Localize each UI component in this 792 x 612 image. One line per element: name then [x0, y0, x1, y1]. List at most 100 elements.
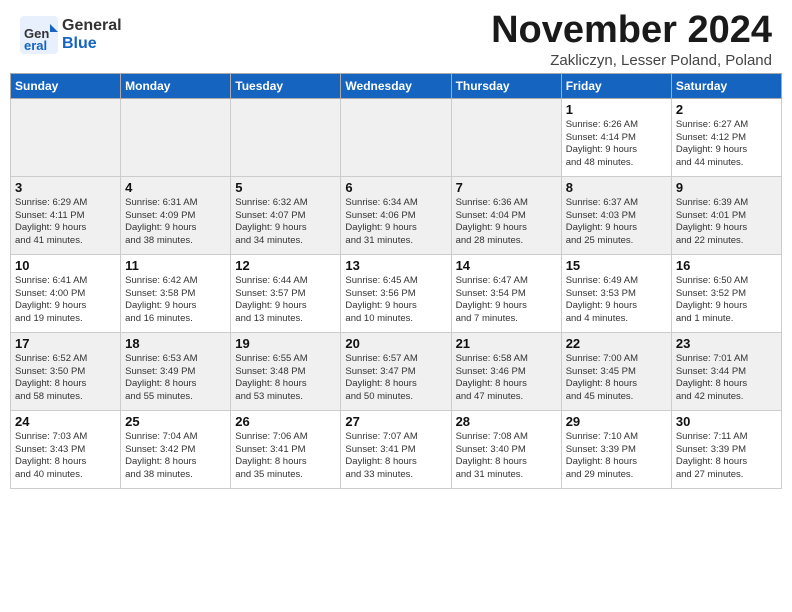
- logo-general: General: [62, 17, 122, 35]
- calendar-cell: 21 Sunrise: 6:58 AM Sunset: 3:46 PM Dayli…: [451, 332, 561, 410]
- day-detail: Sunrise: 6:58 AM Sunset: 3:46 PM Dayligh…: [456, 353, 557, 404]
- day-detail: Sunrise: 6:31 AM Sunset: 4:09 PM Dayligh…: [125, 197, 226, 248]
- day-detail: Sunrise: 6:47 AM Sunset: 3:54 PM Dayligh…: [456, 275, 557, 326]
- calendar-cell: 5Sunrise: 6:32 AM Sunset: 4:07 PM Daylig…: [231, 176, 341, 254]
- day-detail: Sunrise: 6:39 AM Sunset: 4:01 PM Dayligh…: [676, 197, 777, 248]
- day-number: 10: [15, 258, 116, 273]
- calendar-cell: 22 Sunrise: 7:00 AM Sunset: 3:45 PM Dayli…: [561, 332, 671, 410]
- calendar-cell: 17 Sunrise: 6:52 AM Sunset: 3:50 PM Dayli…: [11, 332, 121, 410]
- day-detail: Sunrise: 6:55 AM Sunset: 3:48 PM Dayligh…: [235, 353, 336, 404]
- calendar-cell: 1Sunrise: 6:26 AM Sunset: 4:14 PM Daylig…: [561, 98, 671, 176]
- day-detail: Sunrise: 6:32 AM Sunset: 4:07 PM Dayligh…: [235, 197, 336, 248]
- day-detail: Sunrise: 7:11 AM Sunset: 3:39 PM Dayligh…: [676, 431, 777, 482]
- day-number: 29: [566, 414, 667, 429]
- col-tuesday: Tuesday: [231, 73, 341, 98]
- day-number: 22: [566, 336, 667, 351]
- day-detail: Sunrise: 7:00 AM Sunset: 3:45 PM Dayligh…: [566, 353, 667, 404]
- calendar-cell: 24Sunrise: 7:03 AM Sunset: 3:43 PM Dayli…: [11, 410, 121, 488]
- day-number: 25: [125, 414, 226, 429]
- col-wednesday: Wednesday: [341, 73, 451, 98]
- calendar-week-4: 17 Sunrise: 6:52 AM Sunset: 3:50 PM Dayli…: [11, 332, 782, 410]
- calendar-cell: 13 Sunrise: 6:45 AM Sunset: 3:56 PM Dayli…: [341, 254, 451, 332]
- calendar-header-row: Sunday Monday Tuesday Wednesday Thursday…: [11, 73, 782, 98]
- day-detail: Sunrise: 7:06 AM Sunset: 3:41 PM Dayligh…: [235, 431, 336, 482]
- day-number: 16: [676, 258, 777, 273]
- day-number: 19: [235, 336, 336, 351]
- header: Gen eral General Blue November 2024 Zakl…: [0, 0, 792, 73]
- day-detail: Sunrise: 7:03 AM Sunset: 3:43 PM Dayligh…: [15, 431, 116, 482]
- day-detail: Sunrise: 6:26 AM Sunset: 4:14 PM Dayligh…: [566, 119, 667, 170]
- day-detail: Sunrise: 6:27 AM Sunset: 4:12 PM Dayligh…: [676, 119, 777, 170]
- calendar-cell: 2Sunrise: 6:27 AM Sunset: 4:12 PM Daylig…: [671, 98, 781, 176]
- day-number: 27: [345, 414, 446, 429]
- day-detail: Sunrise: 6:52 AM Sunset: 3:50 PM Dayligh…: [15, 353, 116, 404]
- calendar-cell: 20Sunrise: 6:57 AM Sunset: 3:47 PM Dayli…: [341, 332, 451, 410]
- calendar-cell: 18Sunrise: 6:53 AM Sunset: 3:49 PM Dayli…: [121, 332, 231, 410]
- day-detail: Sunrise: 6:41 AM Sunset: 4:00 PM Dayligh…: [15, 275, 116, 326]
- calendar-table: Sunday Monday Tuesday Wednesday Thursday…: [10, 73, 782, 489]
- calendar-cell: [451, 98, 561, 176]
- day-number: 14: [456, 258, 557, 273]
- day-number: 4: [125, 180, 226, 195]
- calendar-cell: 14 Sunrise: 6:47 AM Sunset: 3:54 PM Dayli…: [451, 254, 561, 332]
- calendar-cell: 25 Sunrise: 7:04 AM Sunset: 3:42 PM Dayli…: [121, 410, 231, 488]
- calendar-cell: 27 Sunrise: 7:07 AM Sunset: 3:41 PM Dayli…: [341, 410, 451, 488]
- calendar-cell: 30 Sunrise: 7:11 AM Sunset: 3:39 PM Dayli…: [671, 410, 781, 488]
- day-number: 13: [345, 258, 446, 273]
- col-friday: Friday: [561, 73, 671, 98]
- day-detail: Sunrise: 7:08 AM Sunset: 3:40 PM Dayligh…: [456, 431, 557, 482]
- day-detail: Sunrise: 6:49 AM Sunset: 3:53 PM Dayligh…: [566, 275, 667, 326]
- calendar-cell: 10 Sunrise: 6:41 AM Sunset: 4:00 PM Dayli…: [11, 254, 121, 332]
- calendar-cell: 23Sunrise: 7:01 AM Sunset: 3:44 PM Dayli…: [671, 332, 781, 410]
- day-number: 23: [676, 336, 777, 351]
- day-number: 3: [15, 180, 116, 195]
- day-detail: Sunrise: 6:34 AM Sunset: 4:06 PM Dayligh…: [345, 197, 446, 248]
- title-section: November 2024 Zakliczyn, Lesser Poland, …: [491, 10, 772, 69]
- calendar-cell: 3Sunrise: 6:29 AM Sunset: 4:11 PM Daylig…: [11, 176, 121, 254]
- calendar-cell: 6 Sunrise: 6:34 AM Sunset: 4:06 PM Daylig…: [341, 176, 451, 254]
- location: Zakliczyn, Lesser Poland, Poland: [491, 52, 772, 69]
- calendar-cell: [231, 98, 341, 176]
- calendar-week-2: 3Sunrise: 6:29 AM Sunset: 4:11 PM Daylig…: [11, 176, 782, 254]
- day-number: 21: [456, 336, 557, 351]
- day-detail: Sunrise: 7:07 AM Sunset: 3:41 PM Dayligh…: [345, 431, 446, 482]
- calendar-cell: 11 Sunrise: 6:42 AM Sunset: 3:58 PM Dayli…: [121, 254, 231, 332]
- day-detail: Sunrise: 6:36 AM Sunset: 4:04 PM Dayligh…: [456, 197, 557, 248]
- day-number: 20: [345, 336, 446, 351]
- day-detail: Sunrise: 7:04 AM Sunset: 3:42 PM Dayligh…: [125, 431, 226, 482]
- calendar-cell: [11, 98, 121, 176]
- calendar-cell: 4 Sunrise: 6:31 AM Sunset: 4:09 PM Daylig…: [121, 176, 231, 254]
- day-detail: Sunrise: 6:37 AM Sunset: 4:03 PM Dayligh…: [566, 197, 667, 248]
- logo-icon: Gen eral: [20, 16, 58, 54]
- col-sunday: Sunday: [11, 73, 121, 98]
- day-number: 15: [566, 258, 667, 273]
- day-detail: Sunrise: 7:10 AM Sunset: 3:39 PM Dayligh…: [566, 431, 667, 482]
- calendar-cell: 16Sunrise: 6:50 AM Sunset: 3:52 PM Dayli…: [671, 254, 781, 332]
- day-number: 6: [345, 180, 446, 195]
- calendar-cell: 15 Sunrise: 6:49 AM Sunset: 3:53 PM Dayli…: [561, 254, 671, 332]
- day-number: 30: [676, 414, 777, 429]
- col-saturday: Saturday: [671, 73, 781, 98]
- logo: Gen eral General Blue: [20, 16, 122, 54]
- day-number: 11: [125, 258, 226, 273]
- calendar-cell: [341, 98, 451, 176]
- calendar-week-1: 1Sunrise: 6:26 AM Sunset: 4:14 PM Daylig…: [11, 98, 782, 176]
- calendar-cell: 9 Sunrise: 6:39 AM Sunset: 4:01 PM Daylig…: [671, 176, 781, 254]
- day-detail: Sunrise: 6:45 AM Sunset: 3:56 PM Dayligh…: [345, 275, 446, 326]
- calendar-cell: 28 Sunrise: 7:08 AM Sunset: 3:40 PM Dayli…: [451, 410, 561, 488]
- day-number: 9: [676, 180, 777, 195]
- day-detail: Sunrise: 6:44 AM Sunset: 3:57 PM Dayligh…: [235, 275, 336, 326]
- month-title: November 2024: [491, 10, 772, 52]
- day-number: 17: [15, 336, 116, 351]
- calendar-cell: [121, 98, 231, 176]
- calendar-week-3: 10 Sunrise: 6:41 AM Sunset: 4:00 PM Dayli…: [11, 254, 782, 332]
- calendar-cell: 12Sunrise: 6:44 AM Sunset: 3:57 PM Dayli…: [231, 254, 341, 332]
- day-number: 28: [456, 414, 557, 429]
- day-number: 26: [235, 414, 336, 429]
- day-number: 7: [456, 180, 557, 195]
- logo-blue: Blue: [62, 35, 122, 53]
- day-detail: Sunrise: 6:42 AM Sunset: 3:58 PM Dayligh…: [125, 275, 226, 326]
- calendar-cell: 7 Sunrise: 6:36 AM Sunset: 4:04 PM Daylig…: [451, 176, 561, 254]
- calendar-cell: 8Sunrise: 6:37 AM Sunset: 4:03 PM Daylig…: [561, 176, 671, 254]
- col-monday: Monday: [121, 73, 231, 98]
